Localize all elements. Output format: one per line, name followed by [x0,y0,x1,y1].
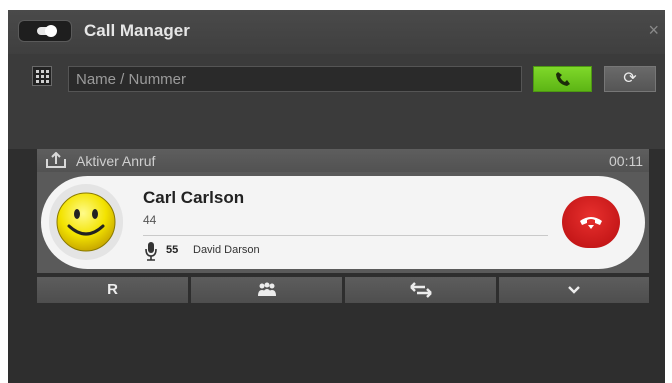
transfer-number: 55 [166,244,179,256]
close-icon[interactable]: × [648,20,659,41]
toggle-icon[interactable] [18,20,72,42]
recall-button[interactable]: R [37,277,188,303]
window-title: Call Manager [84,21,190,40]
call-manager-window: Call Manager × ⟳ Aktiver Anruf 00:11 [8,10,665,383]
call-card: Carl Carlson 44 55 David Darson [37,172,649,273]
call-button[interactable] [533,66,592,92]
dialpad-icon[interactable] [32,66,52,86]
chevron-down-icon [568,286,580,294]
title-bar: Call Manager × [8,10,665,54]
active-call-header: Aktiver Anruf 00:11 [37,149,649,172]
more-button[interactable] [499,277,649,303]
search-input[interactable] [68,66,522,92]
refresh-icon: ⟳ [623,70,637,87]
conference-icon [257,282,276,297]
phone-icon [556,72,570,86]
conference-button[interactable] [191,277,342,303]
share-icon[interactable] [45,152,67,169]
hangup-button[interactable] [562,196,620,248]
transfer-icon [409,282,432,298]
active-call-label: Aktiver Anruf [76,153,156,169]
refresh-button[interactable]: ⟳ [604,66,656,92]
hangup-icon [580,217,602,229]
mic-icon [145,242,157,261]
caller-name: Carl Carlson [143,188,245,207]
call-actions: R [37,277,649,303]
transfer-name: David Darson [193,244,260,256]
call-timer: 00:11 [609,153,643,169]
divider [143,235,548,236]
active-call-panel: Aktiver Anruf 00:11 Carl Carlson 44 55 D… [37,149,649,317]
caller-number: 44 [143,213,157,227]
call-card-inner: Carl Carlson 44 55 David Darson [41,176,645,269]
transfer-button[interactable] [345,277,496,303]
search-toolbar: ⟳ [8,54,665,149]
avatar [49,184,123,260]
smiley-icon [56,192,116,252]
